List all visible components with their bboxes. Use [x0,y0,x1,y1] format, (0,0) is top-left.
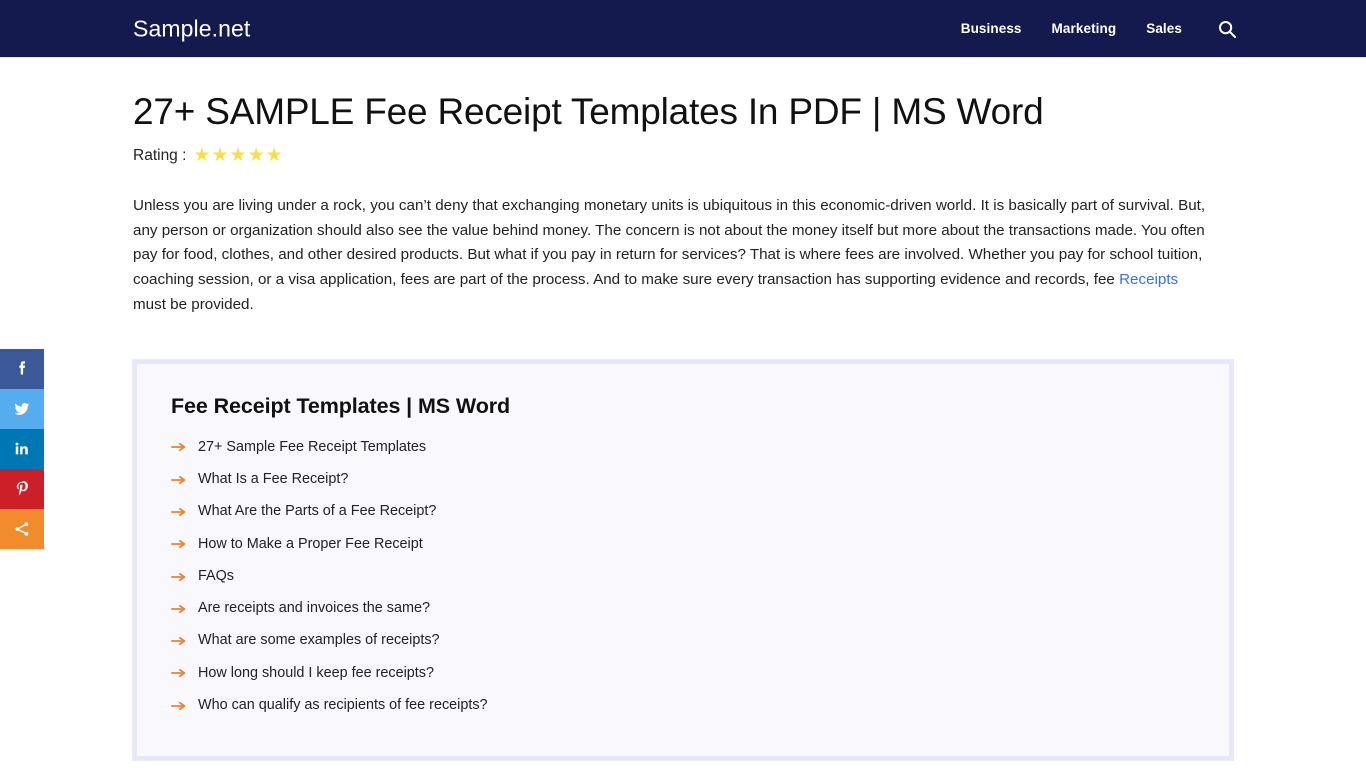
arrow-right-icon [171,475,186,484]
toc-link[interactable]: How long should I keep fee receipts? [198,665,434,682]
share-icon [12,519,32,539]
article-content: 27+ SAMPLE Fee Receipt Templates In PDF … [0,58,1366,761]
arrow-right-icon [171,572,186,581]
toc-link[interactable]: What are some examples of receipts? [198,632,440,649]
twitter-icon [11,398,33,420]
intro-text-after-link: must be provided. [133,295,254,313]
site-logo[interactable]: Sample.net [133,15,250,42]
arrow-right-icon [171,669,186,678]
toc-link[interactable]: FAQs [198,568,234,585]
toc-list-item[interactable]: What Is a Fee Receipt? [171,464,1195,496]
toc-list-item[interactable]: How to Make a Proper Fee Receipt [171,528,1195,560]
page-title: 27+ SAMPLE Fee Receipt Templates In PDF … [133,91,1044,132]
toc-link[interactable]: 27+ Sample Fee Receipt Templates [198,439,426,456]
toc-card: Fee Receipt Templates | MS Word 27+ Samp… [132,359,1234,761]
search-icon[interactable] [1216,18,1238,40]
share-more-button[interactable] [0,509,44,549]
toc-list-item[interactable]: Who can qualify as recipients of fee rec… [171,690,1195,722]
toc-list-item[interactable]: Are receipts and invoices the same? [171,593,1195,625]
toc-list-item[interactable]: FAQs [171,560,1195,592]
toc-link[interactable]: What Is a Fee Receipt? [198,471,348,488]
toc-link[interactable]: Are receipts and invoices the same? [198,600,430,617]
arrow-right-icon [171,443,186,452]
arrow-right-icon [171,701,186,710]
toc-title: Fee Receipt Templates | MS Word [171,394,511,419]
intro-paragraph: Unless you are living under a rock, you … [133,194,1213,317]
pinterest-icon [11,478,33,500]
top-navbar: Sample.net Business Marketing Sales [0,0,1366,58]
share-twitter-button[interactable] [0,389,44,429]
primary-nav: Business Marketing Sales [961,18,1238,40]
star-icon[interactable]: ★ [266,146,283,165]
rating-label: Rating : [133,146,187,164]
star-icon[interactable]: ★ [193,146,210,165]
toc-link[interactable]: How to Make a Proper Fee Receipt [198,536,423,553]
receipts-link[interactable]: Receipts [1119,271,1178,288]
toc-list-item[interactable]: What are some examples of receipts? [171,625,1195,657]
toc-list-item[interactable]: What Are the Parts of a Fee Receipt? [171,496,1195,528]
social-share-rail [0,349,44,549]
nav-item-sales[interactable]: Sales [1146,21,1182,36]
toc-link[interactable]: Who can qualify as recipients of fee rec… [198,697,488,714]
arrow-right-icon [171,604,186,613]
nav-item-business[interactable]: Business [961,21,1022,36]
share-linkedin-button[interactable] [0,429,44,469]
facebook-icon [11,358,33,380]
toc-list-item[interactable]: How long should I keep fee receipts? [171,657,1195,689]
toc-list-item[interactable]: 27+ Sample Fee Receipt Templates [171,431,1195,463]
share-pinterest-button[interactable] [0,469,44,509]
rating-row: Rating : ★ ★ ★ ★ ★ [133,146,1233,165]
arrow-right-icon [171,636,186,646]
star-icon[interactable]: ★ [211,146,228,165]
intro-text-before-link: Unless you are living under a rock, you … [133,197,1206,288]
nav-item-marketing[interactable]: Marketing [1052,21,1117,36]
toc-list: 27+ Sample Fee Receipt Templates What Is … [171,431,1195,722]
rating-stars[interactable]: ★ ★ ★ ★ ★ [193,146,282,165]
star-icon[interactable]: ★ [248,146,265,165]
linkedin-icon [11,438,33,460]
arrow-right-icon [171,507,186,517]
share-facebook-button[interactable] [0,349,44,389]
toc-link[interactable]: What Are the Parts of a Fee Receipt? [198,503,436,520]
arrow-right-icon [171,540,186,549]
star-icon[interactable]: ★ [230,146,247,165]
